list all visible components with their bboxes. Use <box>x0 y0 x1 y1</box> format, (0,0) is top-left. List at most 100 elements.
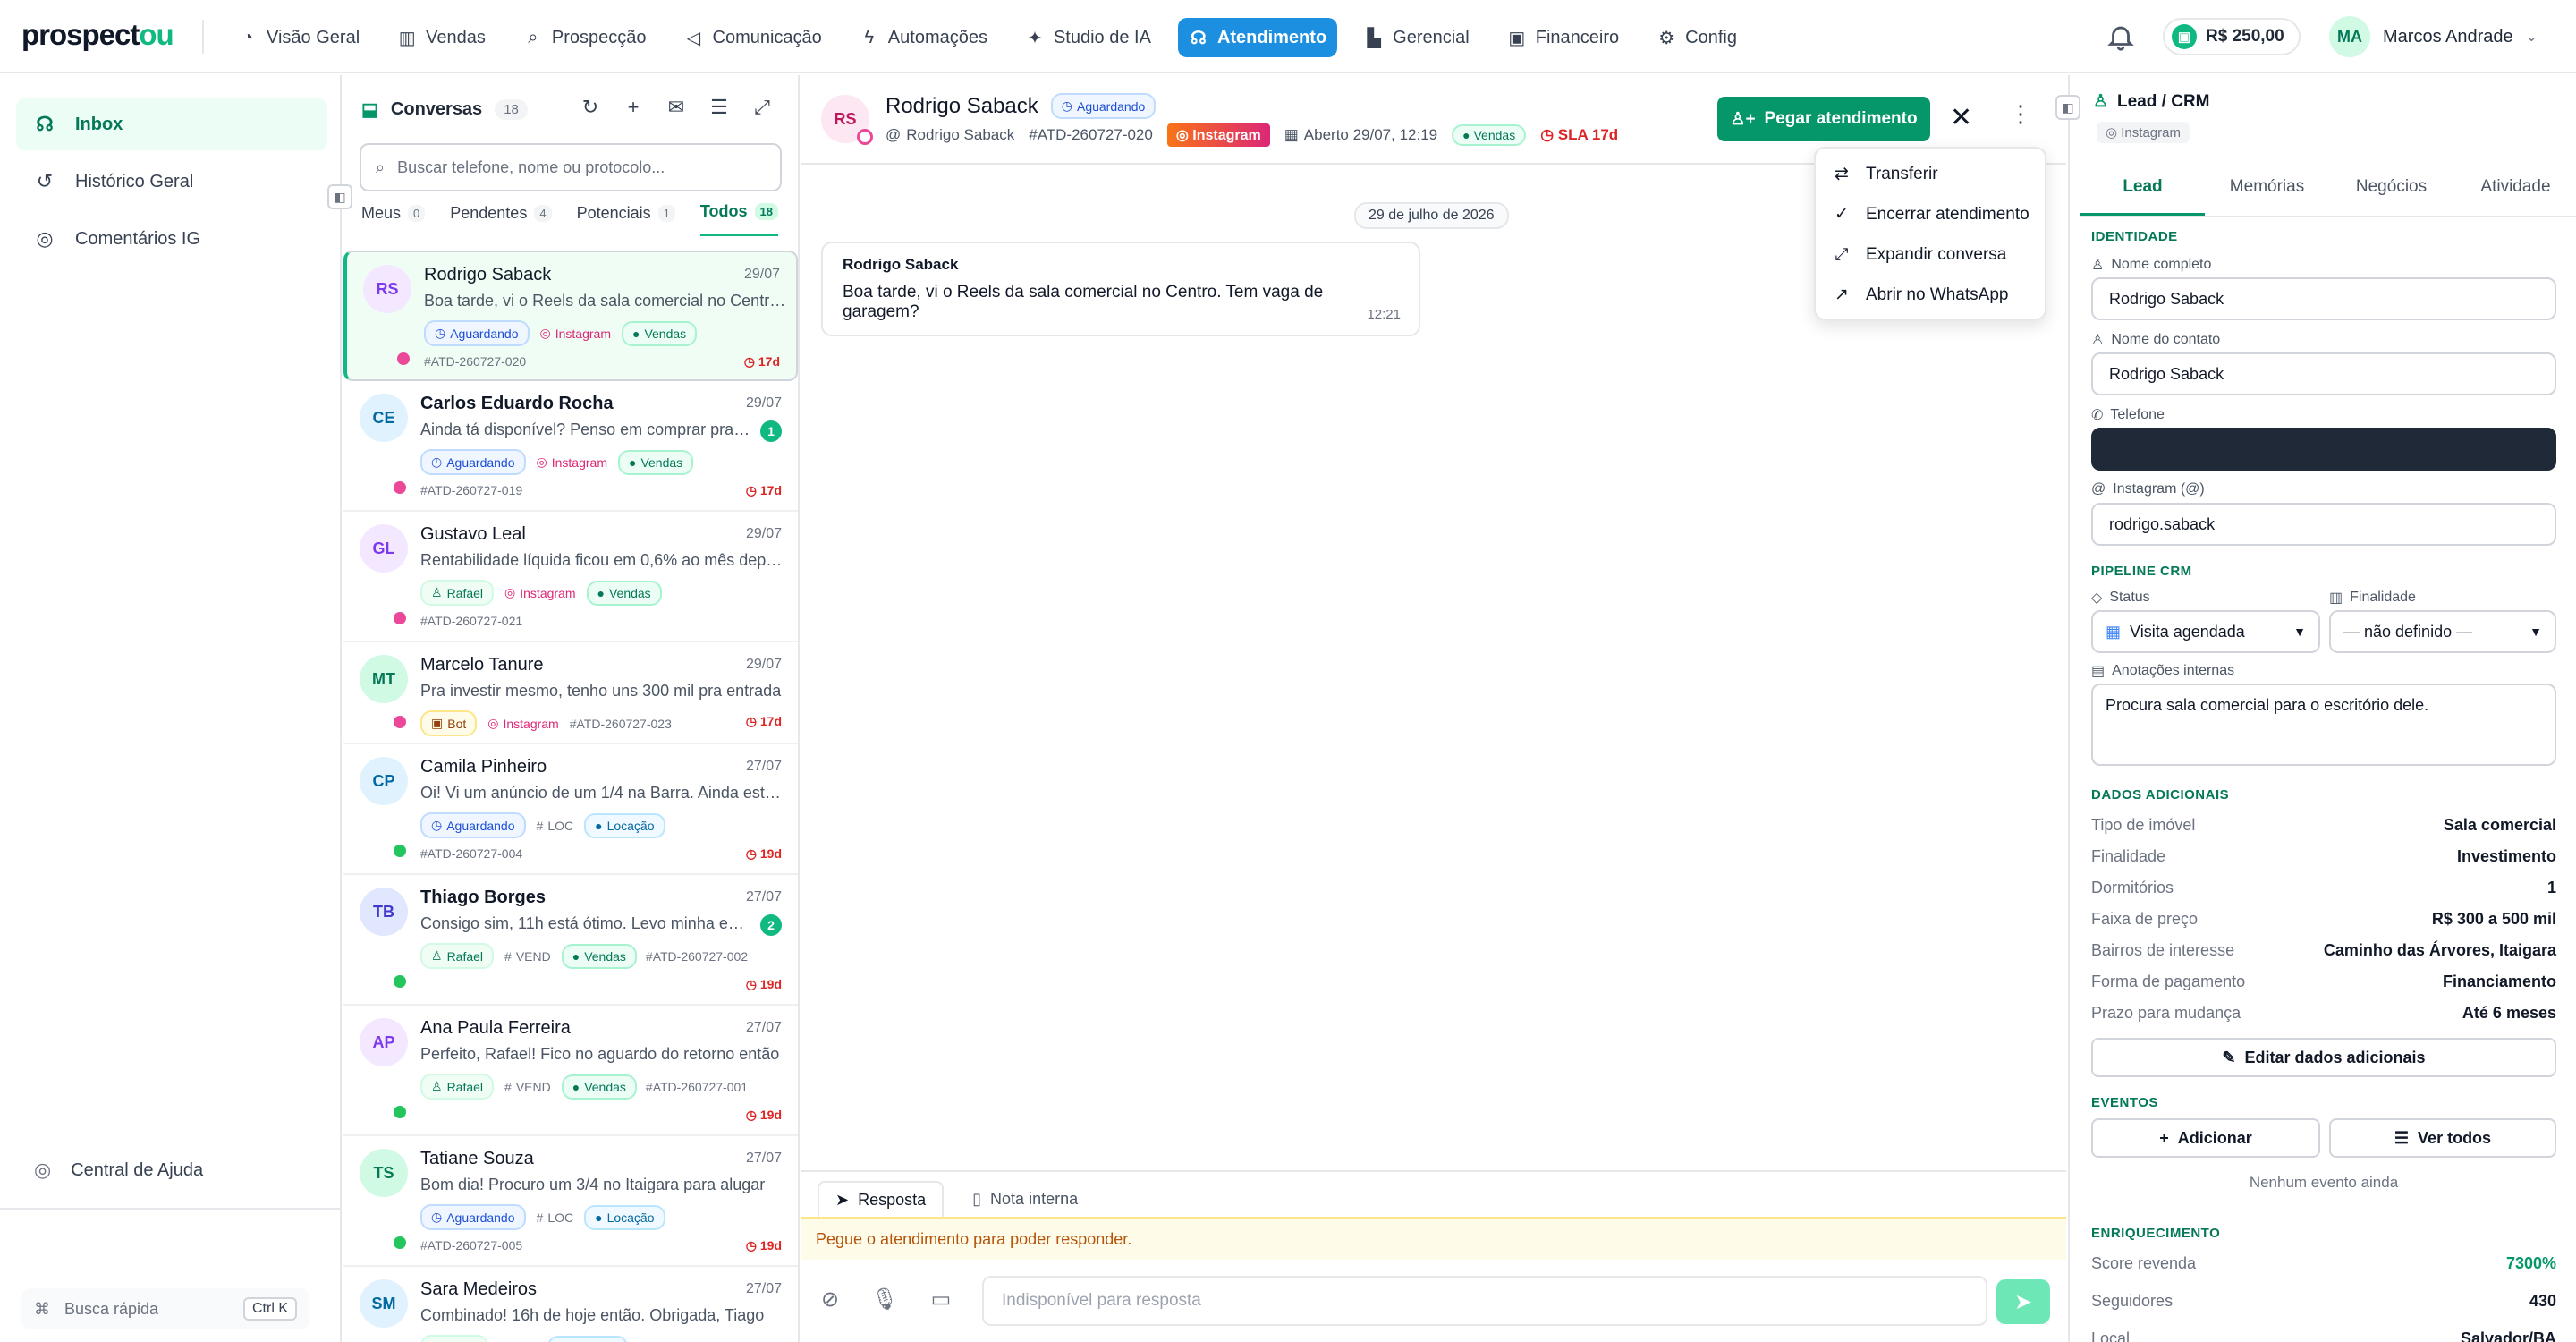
filter-meus[interactable]: Meus 0 <box>361 202 426 236</box>
calendar-icon: ▦ <box>1284 126 1299 143</box>
message-bubble: Rodrigo Saback Boa tarde, vi o Reels da … <box>821 242 1420 336</box>
conversation-item[interactable]: RS Rodrigo Saback 29/07 Boa tarde, vi o Ree… <box>343 251 798 381</box>
nav-studio-de-ia[interactable]: ✦ Studio de IA <box>1014 18 1162 57</box>
conversation-item[interactable]: MT Marcelo Tanure 29/07 Pra investir mesmo,… <box>343 642 798 744</box>
filter-count: 4 <box>534 204 552 222</box>
conversation-item[interactable]: CP Camila Pinheiro 27/07 Oi! Vi um anúncio … <box>343 744 798 875</box>
see-all-events-button[interactable]: ☰ Ver todos <box>2329 1118 2556 1158</box>
menu-item-expandir-conversa[interactable]: ⤢ Expandir conversa <box>1816 234 2045 275</box>
wallet-balance[interactable]: ▣ R$ 250,00 <box>2163 18 2301 55</box>
filter-count: 18 <box>754 203 778 220</box>
nav-config[interactable]: ⚙ Config <box>1646 18 1748 57</box>
proto-tag: #ATD-260727-001 <box>646 1076 748 1098</box>
help-center-link[interactable]: ◎ Central de Ajuda <box>34 1159 203 1182</box>
bar-chart-icon: ▙ <box>1367 28 1381 48</box>
nav-label: Gerencial <box>1393 27 1470 47</box>
check-circle-icon: ✓ <box>1835 205 1849 224</box>
tag-label: Instagram <box>503 716 559 731</box>
phone-field[interactable] <box>2091 428 2556 471</box>
quick-reply-icon[interactable]: ▭ <box>931 1287 952 1312</box>
expand-icon[interactable]: ⤢ <box>750 95 775 120</box>
notes-textarea[interactable]: Procura sala comercial para o escritório… <box>2091 684 2556 766</box>
filter-label: Meus <box>361 203 402 222</box>
conversation-tags: ◷ Aguardando ◎ Instagram ● Vendas <box>420 449 694 475</box>
panel-title: Conversas <box>390 99 483 119</box>
refresh-icon[interactable]: ↻ <box>578 95 603 120</box>
filter-pendentes[interactable]: Pendentes 4 <box>450 202 552 236</box>
nav-visão-geral[interactable]: ◔ Visão Geral <box>227 18 370 57</box>
search-input[interactable]: ⌕ Buscar telefone, nome ou protocolo... <box>360 143 782 191</box>
contact-name-field[interactable]: Rodrigo Saback <box>2091 352 2556 395</box>
sla-value: 19d <box>759 977 782 991</box>
add-event-button[interactable]: + Adicionar <box>2091 1118 2320 1158</box>
conversation-tags: ♙ Rafael # VEND ● Vendas #ATD-260727-001 <box>420 1074 748 1100</box>
tab-lead[interactable]: Lead <box>2080 165 2205 216</box>
enrichment-row: Seguidores 430 <box>2091 1292 2556 1311</box>
message-text: Boa tarde, vi o Reels da sala comercial … <box>843 283 1324 321</box>
collapse-sidebar-button[interactable]: ◧ <box>327 184 352 209</box>
section-events: EVENTOS <box>2091 1095 2158 1110</box>
mail-open-icon[interactable]: ✉ <box>664 95 689 120</box>
menu-item-encerrar-atendimento[interactable]: ✓ Encerrar atendimento <box>1816 194 2045 234</box>
nav-atendimento[interactable]: ☊ Atendimento <box>1177 18 1338 57</box>
instagram-field[interactable]: rodrigo.saback <box>2091 503 2556 546</box>
conversation-item[interactable]: SM Sara Medeiros 27/07 Combinado! 16h de ho… <box>343 1267 798 1342</box>
edit-extra-data-button[interactable]: ✎ Editar dados adicionais <box>2091 1038 2556 1077</box>
nav-prospecção[interactable]: ⌕ Prospecção <box>513 18 657 57</box>
tag-label: Bot <box>447 716 467 731</box>
status-select[interactable]: ▦ Visita agendada ▼ <box>2091 610 2320 653</box>
channel-dot <box>394 716 406 728</box>
row-value: 7300% <box>2505 1254 2556 1272</box>
attachment-icon[interactable]: ⊘ <box>821 1287 839 1312</box>
menu-item-transferir[interactable]: ⇄ Transferir <box>1816 154 2045 194</box>
bell-icon[interactable] <box>2106 21 2136 52</box>
message-input[interactable]: Indisponível para resposta <box>982 1276 1987 1326</box>
sidebar-item-comentários-ig[interactable]: ◎ Comentários IG <box>16 213 327 265</box>
filter-label: Potenciais <box>576 203 651 222</box>
quick-search-button[interactable]: ⌘ Busca rápida Ctrl K <box>21 1288 309 1329</box>
user-menu[interactable]: MA Marcos Andrade ⌄ <box>2329 16 2538 57</box>
sidebar-item-histórico-geral[interactable]: ↺ Histórico Geral <box>16 156 327 208</box>
nav-automações[interactable]: ϟ Automações <box>849 18 998 57</box>
nav-vendas[interactable]: ▥ Vendas <box>386 18 496 57</box>
conversation-item[interactable]: TS Tatiane Souza 27/07 Bom dia! Procuro um … <box>343 1136 798 1267</box>
close-icon[interactable]: ✕ <box>1950 102 1972 133</box>
tab-atividade[interactable]: Atividade <box>2453 165 2576 216</box>
note-icon: ▯ <box>972 1189 982 1208</box>
contact-handle: Rodrigo Saback <box>906 126 1015 143</box>
nav-comunicação[interactable]: ◁ Comunicação <box>674 18 833 57</box>
logo[interactable]: prospectou <box>21 18 174 52</box>
filter-todos[interactable]: Todos 18 <box>699 202 778 236</box>
toggle-panel-button[interactable]: ◧ <box>2055 95 2080 120</box>
purpose-select[interactable]: — não definido — ▼ <box>2329 610 2556 653</box>
nav-gerencial[interactable]: ▙ Gerencial <box>1353 18 1480 57</box>
send-button[interactable]: ➤ <box>1996 1279 2050 1324</box>
tab-internal-note[interactable]: ▯ Nota interna <box>956 1181 1094 1217</box>
sidebar-item-label: Inbox <box>75 114 123 134</box>
avatar: MT <box>360 655 408 703</box>
tag-icon: ◎ <box>487 716 499 730</box>
tab-reply[interactable]: ➤ Resposta <box>818 1181 945 1217</box>
take-conversation-button[interactable]: ♙+ Pegar atendimento <box>1717 97 1930 141</box>
conversation-item[interactable]: CE Carlos Eduardo Rocha 29/07 Ainda tá disp… <box>343 381 798 512</box>
more-options-icon[interactable]: ⋮ <box>2009 100 2032 128</box>
microphone-icon[interactable]: 🎙︎ <box>871 1287 898 1312</box>
conversation-item[interactable]: GL Gustavo Leal 29/07 Rentabilidade líquida… <box>343 512 798 642</box>
contact-name: Carlos Eduardo Rocha <box>420 394 614 413</box>
sidebar-item-inbox[interactable]: ☊ Inbox <box>16 98 327 150</box>
filter-icon[interactable]: ☰ <box>707 95 732 120</box>
filter-potenciais[interactable]: Potenciais 1 <box>577 202 675 236</box>
menu-item-abrir-no-whatsapp[interactable]: ↗ Abrir no WhatsApp <box>1816 275 2045 315</box>
plus-icon[interactable]: + <box>621 95 646 120</box>
conversation-item[interactable]: TB Thiago Borges 27/07 Consigo sim, 11h est… <box>343 875 798 1006</box>
ig-tag: ◎ Instagram <box>535 451 609 473</box>
tag-label: #ATD-260727-002 <box>645 948 749 964</box>
tab-negócios[interactable]: Negócios <box>2329 165 2453 216</box>
conversation-item[interactable]: AP Ana Paula Ferreira 27/07 Perfeito, Rafae… <box>343 1006 798 1136</box>
tab-memórias[interactable]: Memórias <box>2205 165 2329 216</box>
sla-value: 19d <box>759 1238 782 1253</box>
nav-financeiro[interactable]: ▣ Financeiro <box>1496 18 1630 57</box>
full-name-field[interactable]: Rodrigo Saback <box>2091 277 2556 320</box>
row-key: Seguidores <box>2091 1292 2174 1310</box>
tag-icon: ● <box>631 326 640 341</box>
